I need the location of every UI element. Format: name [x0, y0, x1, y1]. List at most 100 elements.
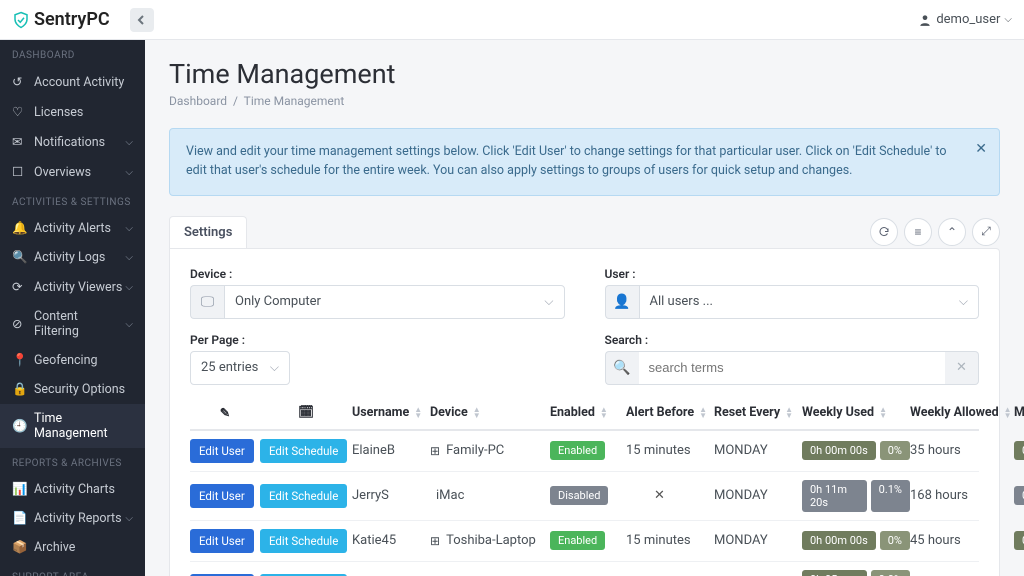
sidebar-item-overviews[interactable]: ☐Overviews⌵	[0, 157, 145, 187]
edit-user-button[interactable]: Edit User	[190, 439, 254, 463]
edit-icon: ✎	[220, 405, 230, 421]
pin-icon: 📍	[12, 353, 26, 368]
user-menu[interactable]: demo_user ⌵	[918, 12, 1012, 27]
weekly-used-pct: 0.0%	[871, 570, 910, 576]
collapse-button[interactable]: ⌃	[938, 218, 966, 246]
chevron-left-icon	[137, 15, 147, 25]
table-row: Edit UserEdit ScheduleJerrySiMacDisabled…	[190, 472, 979, 521]
sidebar-group-title: REPORTS & ARCHIVES	[0, 448, 145, 475]
user-select[interactable]: All users ...	[639, 285, 980, 319]
breadcrumb-current: Time Management	[244, 94, 345, 108]
sidebar-item-security-options[interactable]: 🔒Security Options	[0, 375, 145, 404]
breadcrumb: Dashboard / Time Management	[169, 94, 1000, 108]
username-cell: Katie45	[352, 533, 430, 548]
alert-text: View and edit your time management setti…	[186, 144, 946, 178]
tab-settings[interactable]: Settings	[169, 216, 247, 248]
col-monday-used[interactable]: Monday Us	[1014, 405, 1024, 420]
reset-every-value: MONDAY	[714, 443, 802, 458]
chevron-down-icon: ⌵	[1004, 14, 1012, 25]
chart-icon: 📊	[12, 482, 26, 497]
device-cell: ⊞Toshiba-Laptop	[430, 533, 550, 548]
chevron-down-icon: ⌵	[125, 137, 133, 148]
sidebar-item-time-management[interactable]: 🕘Time Management	[0, 404, 145, 448]
sidebar-item-activity-viewers[interactable]: ⟳Activity Viewers⌵	[0, 272, 145, 302]
alert-before-value: 15 minutes	[626, 443, 691, 458]
box-icon: 📦	[12, 540, 26, 555]
file-icon: 📄	[12, 511, 26, 526]
sidebar-item-label: Licenses	[34, 105, 83, 120]
table-row: Edit UserEdit ScheduleZeroCool⊞Toshiba-L…	[190, 562, 979, 576]
sidebar-item-label: Archive	[34, 540, 75, 555]
list-button[interactable]: ≡	[904, 218, 932, 246]
tab-bar: Settings ≡ ⌃ ⤢	[169, 216, 1000, 248]
clear-search-button[interactable]: ✕	[945, 351, 979, 385]
device-select[interactable]: Only Computer	[224, 285, 565, 319]
alert-close-button[interactable]: ✕	[975, 139, 987, 160]
search-input[interactable]	[639, 351, 946, 385]
reset-every-value: MONDAY	[714, 533, 802, 548]
sidebar-group-title: DASHBOARD	[0, 40, 145, 67]
brand-logo[interactable]: SentryPC	[12, 9, 110, 30]
brand-name: SentryPC	[34, 9, 110, 30]
calendar-icon: 🗓	[298, 405, 314, 420]
col-weekly-used[interactable]: Weekly Used▲▼	[802, 405, 910, 420]
user-filter-icon: 👤	[605, 285, 639, 319]
edit-user-button[interactable]: Edit User	[190, 484, 254, 508]
username-cell: ElaineB	[352, 443, 430, 458]
sidebar-item-activity-alerts[interactable]: 🔔Activity Alerts⌵	[0, 214, 145, 243]
user-icon	[918, 13, 932, 27]
search-icon: 🔍	[605, 351, 639, 385]
edit-schedule-button[interactable]: Edit Schedule	[260, 439, 347, 463]
heart-icon: ♡	[12, 104, 26, 120]
alert-before-value: 15 minutes	[626, 533, 691, 548]
sidebar-item-label: Geofencing	[34, 353, 98, 368]
sidebar-item-account-activity[interactable]: ↺Account Activity	[0, 67, 145, 97]
device-filter-label: Device :	[190, 267, 565, 281]
settings-card: Device : 🖵 Only Computer User : 👤 All us…	[169, 248, 1000, 576]
sidebar-item-label: Security Options	[34, 382, 125, 397]
sidebar-item-notifications[interactable]: ✉ Notifications ⌵	[0, 127, 145, 157]
mail-icon: ✉	[12, 134, 26, 150]
reset-every-value: MONDAY	[714, 488, 802, 503]
clock-icon: 🕘	[12, 419, 26, 434]
perpage-select[interactable]: 25 entries	[190, 351, 290, 385]
edit-schedule-button[interactable]: Edit Schedule	[260, 529, 347, 553]
weekly-allowed-value: 168 hours	[910, 488, 1014, 503]
sidebar-item-label: Notifications	[34, 135, 105, 150]
col-alert-before[interactable]: Alert Before▲▼	[626, 405, 714, 420]
os-icon: ⊞	[430, 534, 440, 548]
status-badge: Enabled	[550, 441, 605, 460]
username-cell: JerryS	[352, 488, 430, 503]
col-weekly-allowed[interactable]: Weekly Allowed▲▼	[910, 405, 1014, 420]
chevron-down-icon: ⌵	[125, 319, 133, 330]
sidebar-item-activity-logs[interactable]: 🔍Activity Logs⌵	[0, 243, 145, 272]
sidebar-item-activity-charts[interactable]: 📊Activity Charts	[0, 475, 145, 504]
sidebar-item-label: Overviews	[34, 165, 91, 180]
sidebar-item-activity-reports[interactable]: 📄 Activity Reports⌵	[0, 504, 145, 533]
sidebar-toggle-button[interactable]	[130, 8, 154, 32]
breadcrumb-root[interactable]: Dashboard	[169, 94, 227, 108]
sidebar-item-label: Activity Reports	[34, 511, 122, 526]
sidebar-group-title: ACTIVITIES & SETTINGS	[0, 187, 145, 214]
expand-button[interactable]: ⤢	[972, 218, 1000, 246]
sidebar-item-licenses[interactable]: ♡ Licenses	[0, 97, 145, 127]
sidebar-item-content-filtering[interactable]: ⊘Content Filtering⌵	[0, 302, 145, 346]
col-reset-every[interactable]: Reset Every▲▼	[714, 405, 802, 420]
edit-schedule-button[interactable]: Edit Schedule	[260, 484, 347, 508]
refresh-button[interactable]	[870, 218, 898, 246]
chevron-down-icon: ⌵	[125, 513, 133, 524]
sidebar-item-geofencing[interactable]: 📍 Geofencing	[0, 346, 145, 375]
weekly-used-pct: 0%	[880, 441, 910, 460]
edit-user-button[interactable]: Edit User	[190, 529, 254, 553]
chevron-down-icon: ⌵	[125, 282, 133, 293]
shield-icon	[12, 11, 30, 29]
monday-used-badge: 0h 00m 00	[1014, 441, 1024, 460]
weekly-used-time: 0h 11m 20s	[802, 480, 867, 512]
search-label: Search :	[605, 333, 980, 347]
table-row: Edit UserEdit Schedule Katie45⊞Toshiba-La…	[190, 521, 979, 562]
col-enabled[interactable]: Enabled▲▼	[550, 405, 626, 420]
col-device[interactable]: Device▲▼	[430, 405, 550, 420]
col-username[interactable]: Username▲▼	[352, 405, 430, 420]
refresh-icon: ⟳	[12, 279, 26, 295]
sidebar-item-archive[interactable]: 📦 Archive	[0, 533, 145, 562]
